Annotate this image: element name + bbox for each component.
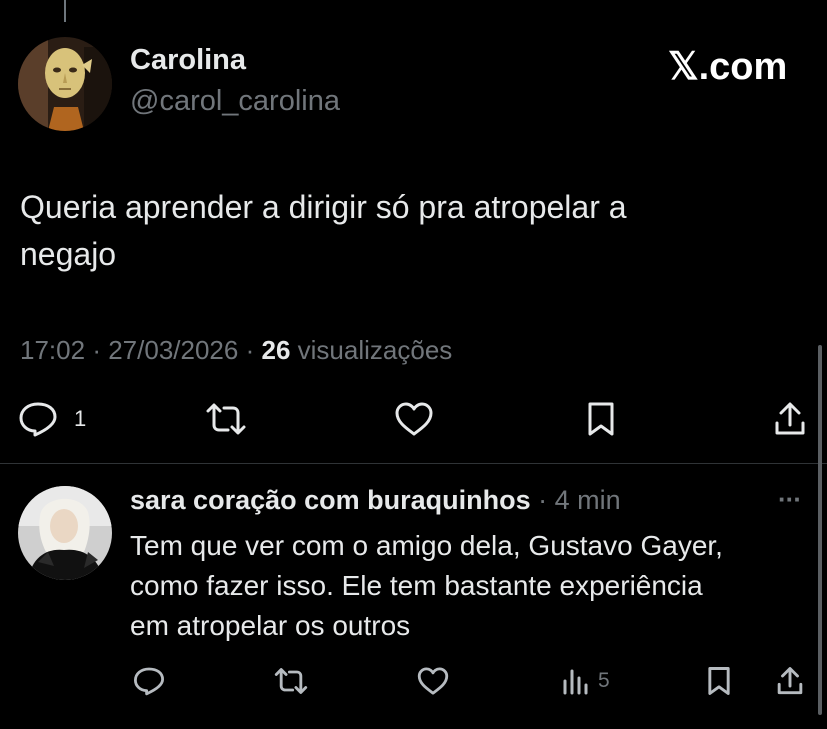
thread-connector-line <box>64 0 66 22</box>
meta-separator: · <box>245 335 255 365</box>
reply-bookmark-button[interactable] <box>704 664 734 698</box>
share-icon <box>775 666 805 696</box>
views-label: visualizações <box>297 335 453 365</box>
reply-button[interactable]: 1 <box>18 400 86 438</box>
reply-separator: · <box>538 485 548 515</box>
reply-time[interactable]: 4 min <box>555 485 621 515</box>
like-button[interactable] <box>392 400 436 438</box>
retweet-icon <box>273 666 309 696</box>
reply-views-count: 5 <box>598 669 610 692</box>
author-handle[interactable]: @carol_carolina <box>130 85 340 118</box>
retweet-icon <box>204 401 248 437</box>
reply-header: sara coração com buraquinhos · 4 min <box>130 485 621 516</box>
bookmark-icon <box>586 401 616 437</box>
share-button[interactable] <box>772 400 808 438</box>
tweet-meta: 17:02 · 27/03/2026 · 26 visualizações <box>20 335 452 366</box>
section-divider <box>0 463 827 464</box>
views-icon <box>562 667 590 695</box>
reply-views-button[interactable]: 5 <box>562 664 610 698</box>
reply-count: 1 <box>74 406 87 431</box>
tweet-text-line-1: Queria aprender a dirigir só pra atropel… <box>20 189 627 225</box>
reply-share-button[interactable] <box>774 664 806 698</box>
tweet-date[interactable]: 27/03/2026 <box>108 335 238 365</box>
reply-retweet-button[interactable] <box>272 664 310 698</box>
scrollbar-thumb[interactable] <box>818 345 822 715</box>
reply-text-line-2: como fazer isso. Ele tem bastante experi… <box>130 570 703 601</box>
reply-like-button[interactable] <box>414 664 452 698</box>
like-icon <box>393 401 435 437</box>
bookmark-button[interactable] <box>584 400 618 438</box>
author-avatar[interactable] <box>18 37 112 131</box>
more-options-button[interactable]: ··· <box>778 484 802 515</box>
reply-author-name[interactable]: sara coração com buraquinhos <box>130 485 531 515</box>
tweet-text-line-2: negajo <box>20 236 117 272</box>
tweet-time[interactable]: 17:02 <box>20 335 85 365</box>
meta-separator: · <box>92 335 101 365</box>
reply-icon <box>18 401 58 437</box>
like-icon <box>416 666 450 696</box>
reply-icon <box>133 666 165 696</box>
reply-reply-button[interactable] <box>132 664 166 698</box>
views-count: 26 <box>261 335 291 365</box>
x-logo: 𝕏.com <box>668 46 788 88</box>
author-name[interactable]: Carolina <box>130 44 246 77</box>
retweet-button[interactable] <box>204 400 248 438</box>
bookmark-icon <box>706 666 732 696</box>
reply-text-line-3: em atropelar os outros <box>130 610 411 641</box>
reply-author-avatar[interactable] <box>18 486 112 580</box>
share-icon <box>773 401 807 437</box>
reply-text-line-1: Tem que ver com o amigo dela, Gustavo Ga… <box>130 530 723 561</box>
